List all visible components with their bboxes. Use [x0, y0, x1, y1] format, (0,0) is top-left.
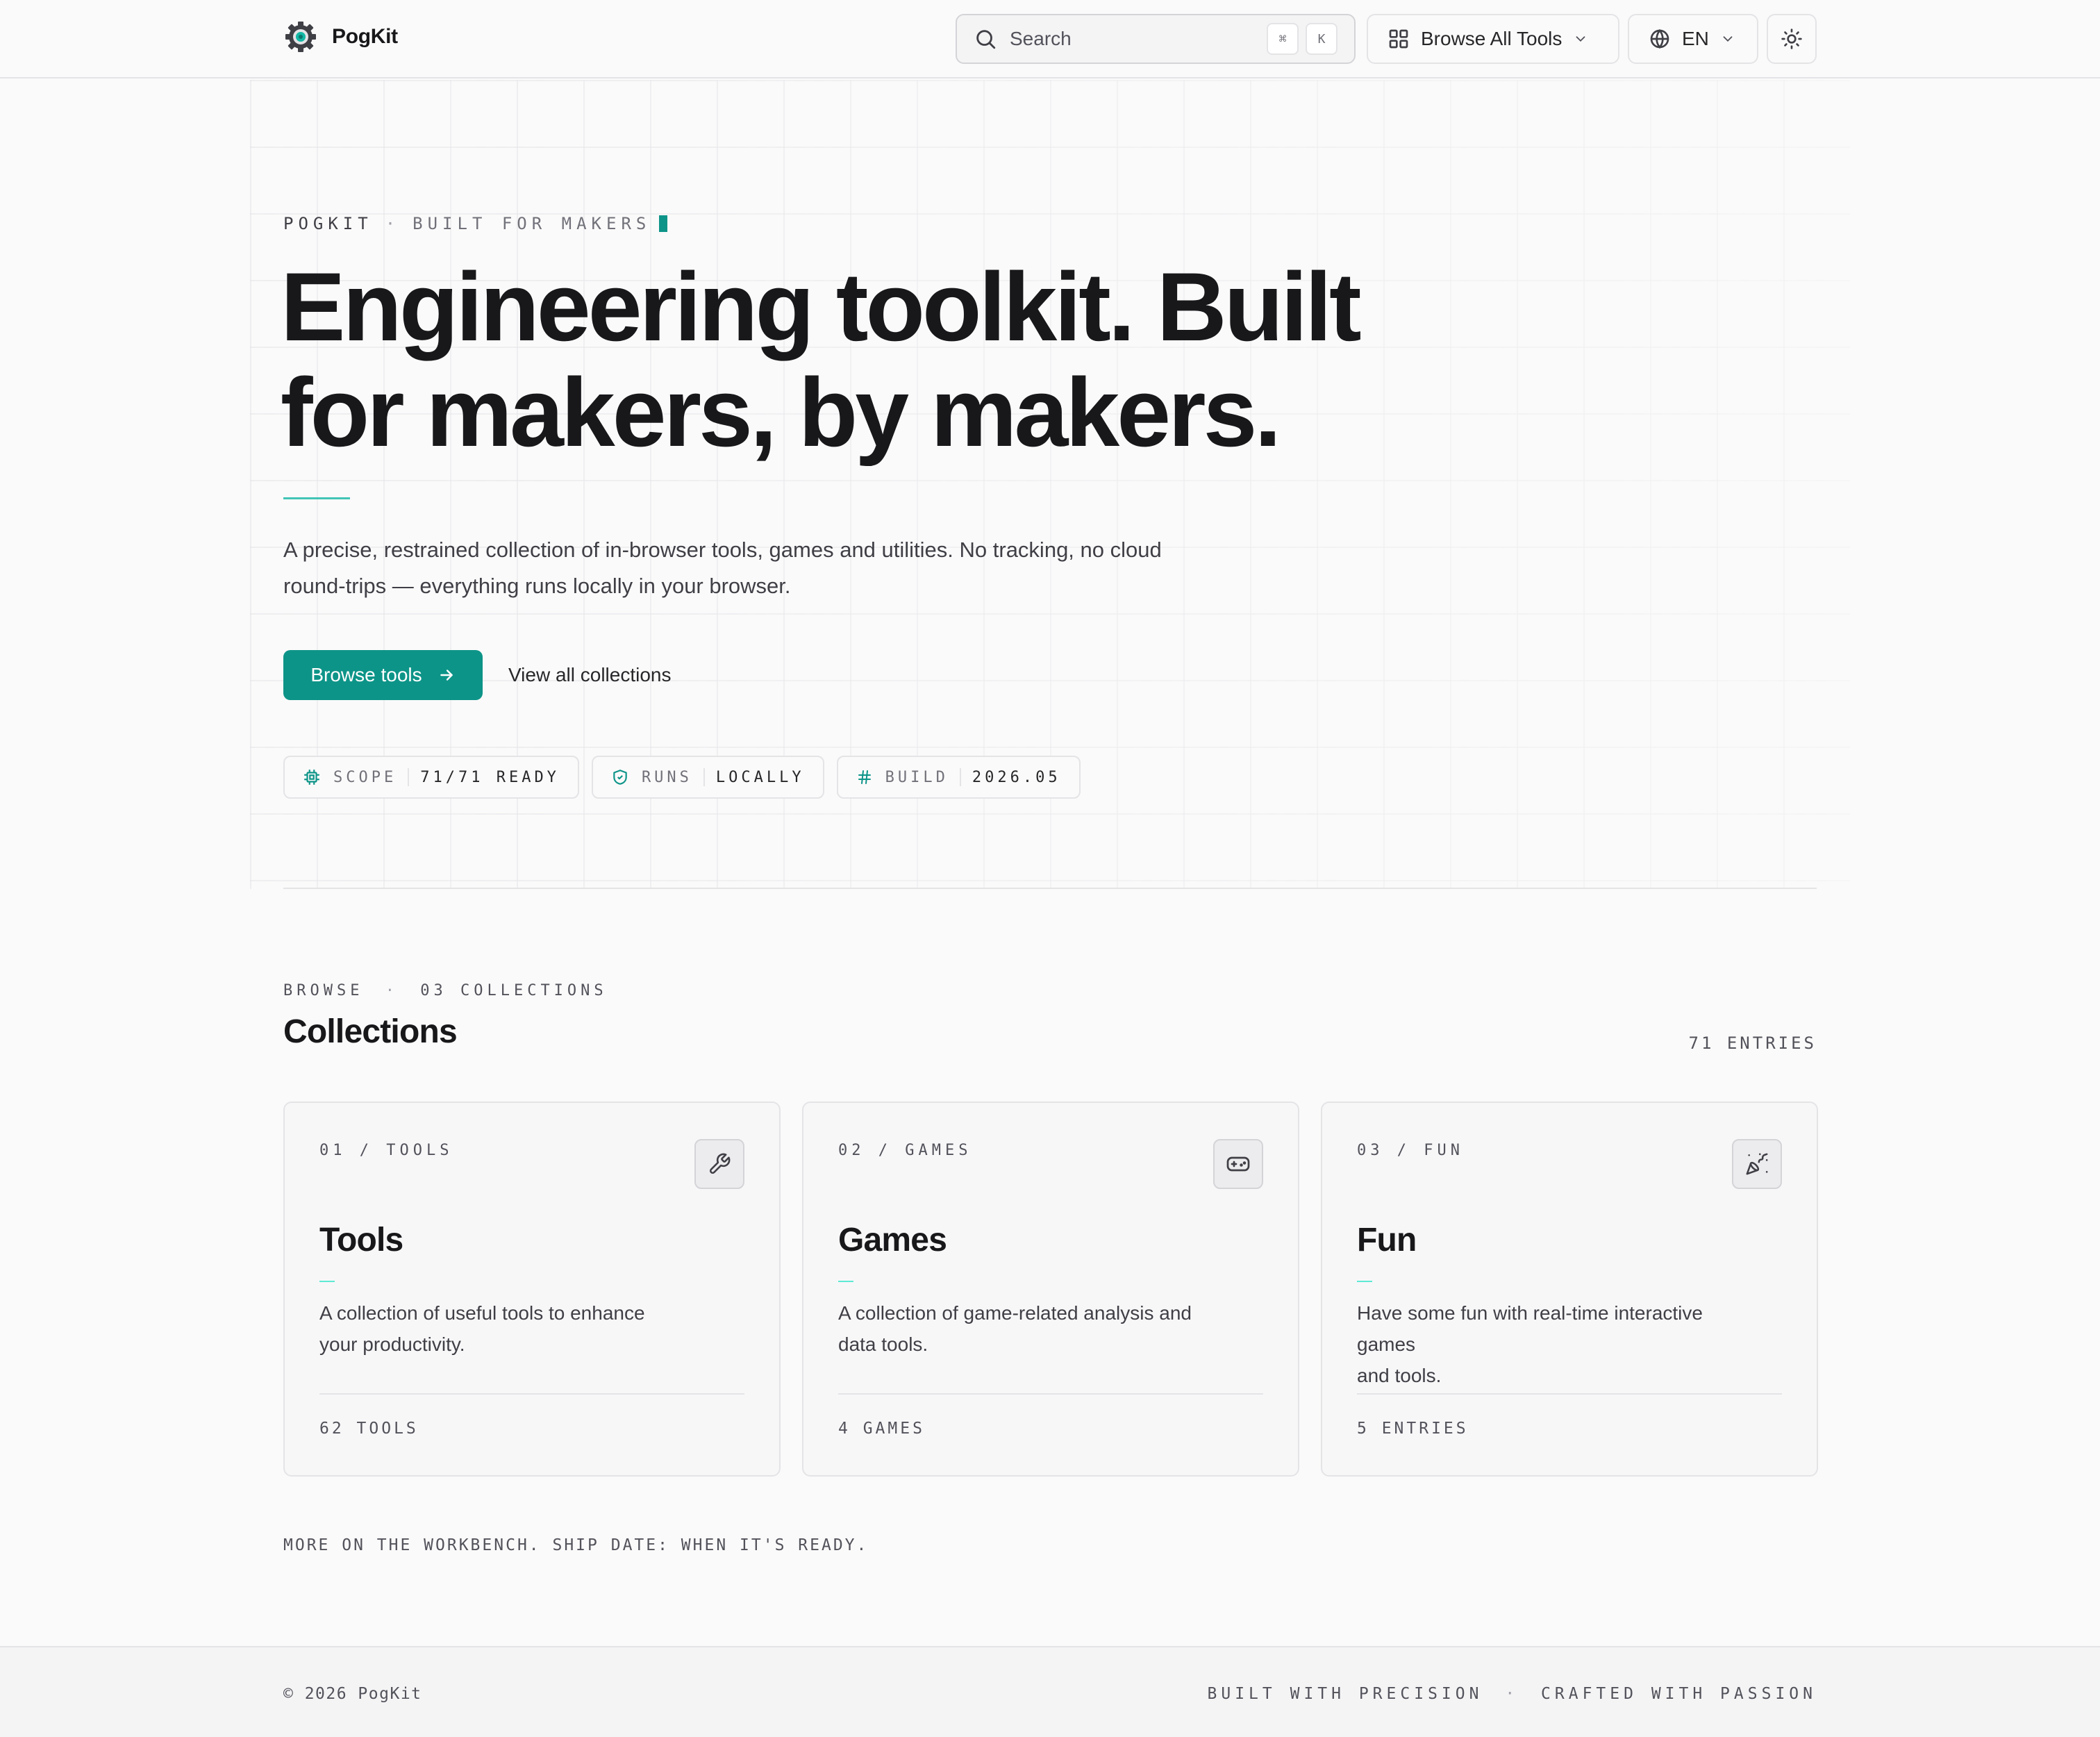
- card-description-line-2: data tools.: [838, 1333, 928, 1355]
- scope-chip: SCOPE 71/71 READY: [283, 756, 579, 799]
- language-dropdown[interactable]: EN: [1628, 14, 1758, 64]
- collection-card-fun[interactable]: 03 / FUN Fun Have some fun with real-tim…: [1321, 1102, 1818, 1477]
- brand-name: PogKit: [332, 25, 398, 48]
- card-title: Tools: [319, 1222, 403, 1258]
- collections-eyebrow-primary: BROWSE: [283, 982, 364, 999]
- card-description-line-1: A collection of useful tools to enhance: [319, 1302, 645, 1324]
- card-description: Have some fun with real-time interactive…: [1357, 1297, 1732, 1391]
- brand-link[interactable]: PogKit: [283, 19, 398, 54]
- card-description-line-2: your productivity.: [319, 1333, 465, 1355]
- build-chip: BUILD 2026.05: [836, 756, 1081, 799]
- chip-icon: [304, 770, 319, 785]
- card-label: 02 / GAMES: [838, 1142, 972, 1159]
- card-title: Games: [838, 1222, 947, 1258]
- card-accent-rule: [319, 1281, 335, 1282]
- view-all-collections-label: View all collections: [508, 664, 672, 685]
- hero-headline: Engineering toolkit. Built for makers, b…: [281, 254, 1392, 465]
- gamepad-icon: [1226, 1156, 1250, 1172]
- browse-tools-button[interactable]: Browse tools: [283, 650, 483, 700]
- section-divider: [283, 888, 1817, 889]
- footer-tagline-left: BUILT WITH PRECISION: [1207, 1685, 1483, 1703]
- chip-divider: [703, 768, 705, 786]
- globe-icon: [1650, 28, 1669, 49]
- collections-eyebrow: BROWSE · 03 COLLECTIONS: [283, 982, 608, 999]
- footer-tagline-right: CRAFTED WITH PASSION: [1541, 1685, 1817, 1703]
- grid-icon: [1389, 29, 1408, 49]
- collections-title: Collections: [283, 1013, 458, 1050]
- gear-logo-icon: [285, 22, 316, 52]
- shortcut-key-k: K: [1306, 23, 1338, 55]
- hero-eyebrow-separator: ·: [385, 214, 401, 233]
- browse-all-tools-dropdown[interactable]: Browse All Tools: [1367, 14, 1619, 64]
- site-footer: © 2026 PogKit BUILT WITH PRECISION · CRA…: [0, 1646, 2100, 1737]
- hero-headline-line-1: Engineering toolkit. Built: [281, 252, 1362, 361]
- card-icon-box: [1732, 1139, 1782, 1189]
- card-accent-rule: [838, 1281, 853, 1282]
- collections-eyebrow-secondary: 03 COLLECTIONS: [420, 982, 608, 999]
- hero-description-line-1: A precise, restrained collection of in-b…: [283, 538, 1162, 562]
- card-title: Fun: [1357, 1222, 1417, 1258]
- chevron-down-icon: [1576, 36, 1585, 42]
- browse-tools-label: Browse tools: [310, 664, 422, 685]
- collections-entry-count: 71 ENTRIES: [1688, 1033, 1817, 1053]
- shield-icon: [613, 770, 627, 785]
- hero-description: A precise, restrained collection of in-b…: [283, 532, 1256, 604]
- card-divider: [319, 1393, 744, 1395]
- card-count: 62 TOOLS: [319, 1420, 419, 1438]
- build-key: BUILD: [885, 768, 949, 786]
- chevron-down-icon: [1723, 36, 1733, 42]
- card-count: 4 GAMES: [838, 1420, 925, 1438]
- view-all-collections-link[interactable]: View all collections: [508, 650, 672, 700]
- sun-icon: [1781, 28, 1802, 49]
- collection-card-tools[interactable]: 01 / TOOLS Tools A collection of useful …: [283, 1102, 781, 1477]
- search-label: Search: [1010, 28, 1072, 49]
- card-icon-box: [1213, 1139, 1263, 1189]
- hero-eyebrow: POGKIT · BUILT FOR MAKERS: [283, 214, 668, 233]
- workbench-note: MORE ON THE WORKBENCH. SHIP DATE: WHEN I…: [283, 1536, 869, 1554]
- collection-card-games[interactable]: 02 / GAMES Games A collection of game-re…: [802, 1102, 1299, 1477]
- collections-eyebrow-separator: ·: [385, 982, 399, 999]
- accent-rule: [283, 497, 350, 499]
- hero-headline-line-2: for makers, by makers.: [281, 358, 1281, 467]
- card-icon-box: [694, 1139, 744, 1189]
- status-chips: SCOPE 71/71 READY RUNS LOCALLY BUILD 202…: [283, 756, 1081, 799]
- browse-all-label: Browse All Tools: [1421, 28, 1562, 49]
- chip-divider: [408, 768, 410, 786]
- blinking-cursor: [659, 215, 668, 232]
- card-label: 01 / TOOLS: [319, 1142, 453, 1159]
- search-button[interactable]: Search ⌘ K: [956, 14, 1356, 64]
- hash-icon: [858, 770, 871, 784]
- copyright-text: © 2026 PogKit: [283, 1685, 422, 1703]
- card-label: 03 / FUN: [1357, 1142, 1464, 1159]
- language-label: EN: [1682, 28, 1709, 49]
- hero-eyebrow-brand: POGKIT: [283, 214, 373, 233]
- party-popper-icon: [1746, 1153, 1768, 1175]
- card-divider: [838, 1393, 1263, 1395]
- chip-divider: [959, 768, 961, 786]
- runs-chip: RUNS LOCALLY: [591, 756, 824, 799]
- shortcut-key-cmd: ⌘: [1267, 23, 1299, 55]
- theme-toggle-button[interactable]: [1767, 14, 1817, 64]
- runs-value: LOCALLY: [715, 768, 805, 786]
- arrow-right-icon: [440, 670, 453, 681]
- card-divider: [1357, 1393, 1782, 1395]
- scope-value: 71/71 READY: [420, 768, 560, 786]
- card-description-line-1: A collection of game-related analysis an…: [838, 1302, 1192, 1324]
- card-count: 5 ENTRIES: [1357, 1420, 1469, 1438]
- hero-description-line-2: round-trips — everything runs locally in…: [283, 574, 791, 598]
- search-icon: [976, 30, 996, 49]
- site-header: PogKit Search ⌘ K Browse All Tools EN: [0, 0, 2100, 78]
- card-accent-rule: [1357, 1281, 1372, 1282]
- card-description-line-1: Have some fun with real-time interactive…: [1357, 1302, 1703, 1355]
- scope-key: SCOPE: [333, 768, 397, 786]
- card-description: A collection of useful tools to enhance …: [319, 1297, 694, 1360]
- hero-eyebrow-tagline: BUILT FOR MAKERS: [412, 214, 651, 233]
- wrench-icon: [710, 1153, 731, 1174]
- card-description: A collection of game-related analysis an…: [838, 1297, 1213, 1360]
- card-description-line-2: and tools.: [1357, 1365, 1442, 1386]
- build-value: 2026.05: [972, 768, 1061, 786]
- footer-tagline: BUILT WITH PRECISION · CRAFTED WITH PASS…: [1208, 1685, 1817, 1703]
- footer-tagline-separator: ·: [1505, 1685, 1519, 1703]
- runs-key: RUNS: [641, 768, 692, 786]
